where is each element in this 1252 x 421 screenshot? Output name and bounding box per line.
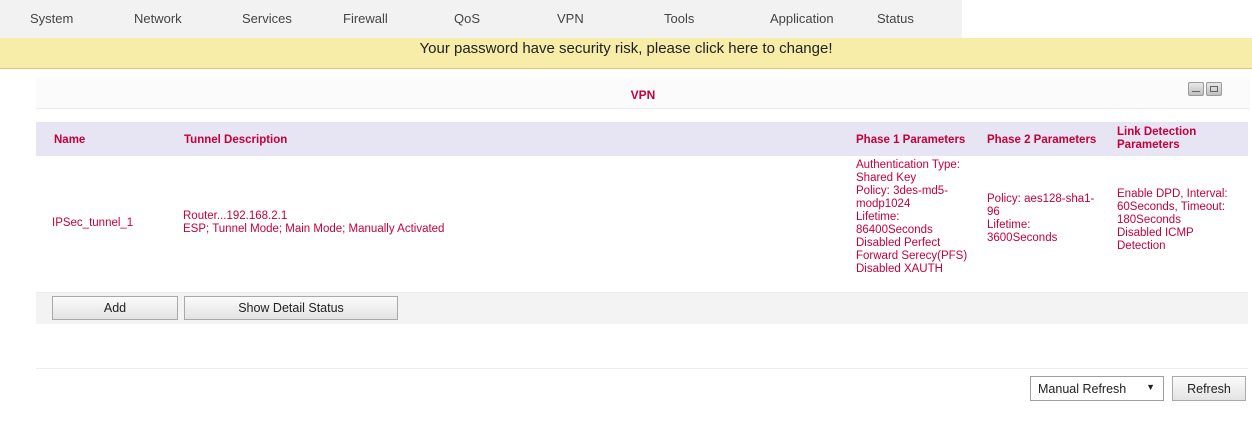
col-tunnel-description: Tunnel Description (184, 134, 288, 146)
refresh-mode-select[interactable]: Manual Refresh ▼ (1030, 376, 1164, 401)
panel-title: VPN (630, 88, 656, 102)
panel-title-bar: VPN (36, 78, 1250, 109)
phase2-line: 3600Seconds (987, 232, 1058, 244)
top-nav: System Network Services Firewall QoS VPN… (0, 0, 962, 39)
nav-services[interactable]: Services (242, 11, 292, 26)
nav-vpn[interactable]: VPN (557, 11, 584, 26)
link-line: Enable DPD, Interval: (1117, 188, 1228, 200)
phase1-line: Disabled XAUTH (856, 263, 943, 275)
phase1-line: Disabled Perfect (856, 237, 941, 249)
refresh-mode-value: Manual Refresh (1038, 382, 1127, 396)
phase2-line: Lifetime: (987, 219, 1031, 231)
phase2-line: 96 (987, 206, 1000, 218)
phase1-line: 86400Seconds (856, 224, 933, 236)
minimize-icon[interactable] (1188, 82, 1204, 96)
show-detail-status-button[interactable]: Show Detail Status (184, 296, 398, 320)
col-phase2: Phase 2 Parameters (987, 134, 1097, 146)
phase1-line: Authentication Type: (856, 159, 960, 171)
nav-application[interactable]: Application (770, 11, 834, 26)
tunnel-description-line1: Router...192.168.2.1 (183, 210, 288, 222)
phase1-parameters: Authentication Type: Shared Key Policy: … (856, 159, 967, 276)
link-line: Detection (1117, 240, 1166, 252)
phase1-line: Lifetime: (856, 211, 900, 223)
link-detection-parameters: Enable DPD, Interval: 60Seconds, Timeout… (1117, 188, 1228, 253)
nav-status[interactable]: Status (877, 11, 914, 26)
link-line: 60Seconds, Timeout: (1117, 201, 1226, 213)
add-button[interactable]: Add (52, 296, 178, 320)
phase2-parameters: Policy: aes128-sha1- 96 Lifetime: 3600Se… (987, 193, 1094, 245)
divider (36, 368, 1248, 369)
col-link-detection-line2: Parameters (1117, 139, 1180, 151)
window-controls (1188, 82, 1222, 96)
phase1-line: Policy: 3des-md5- (856, 185, 949, 197)
dropdown-arrow-icon: ▼ (1146, 382, 1155, 392)
col-phase1: Phase 1 Parameters (856, 134, 966, 146)
password-warning-banner[interactable]: Your password have security risk, please… (0, 38, 1252, 69)
nav-firewall[interactable]: Firewall (343, 11, 388, 26)
phase2-line: Policy: aes128-sha1- (987, 193, 1095, 205)
nav-system[interactable]: System (30, 11, 73, 26)
table-header: Name Tunnel Description Phase 1 Paramete… (36, 122, 1248, 157)
tunnel-name[interactable]: IPSec_tunnel_1 (52, 217, 133, 230)
refresh-button[interactable]: Refresh (1172, 376, 1246, 401)
tunnel-description-line2: ESP; Tunnel Mode; Main Mode; Manually Ac… (183, 223, 445, 235)
nav-network[interactable]: Network (134, 11, 182, 26)
link-line: 180Seconds (1117, 214, 1181, 226)
nav-qos[interactable]: QoS (454, 11, 480, 26)
link-line: Disabled ICMP (1117, 227, 1194, 239)
maximize-icon[interactable] (1206, 82, 1222, 96)
col-name: Name (54, 134, 86, 146)
action-button-row: Add Show Detail Status (36, 292, 1248, 324)
col-link-detection: Link Detection Parameters (1117, 126, 1196, 152)
tunnel-description: Router...192.168.2.1 ESP; Tunnel Mode; M… (183, 210, 444, 236)
col-link-detection-line1: Link Detection (1117, 126, 1197, 138)
phase1-line: Shared Key (856, 172, 917, 184)
phase1-line: Forward Serecy(PFS) (856, 250, 968, 262)
nav-tools[interactable]: Tools (664, 11, 694, 26)
phase1-line: modp1024 (856, 198, 911, 210)
table-row[interactable]: IPSec_tunnel_1 Router...192.168.2.1 ESP;… (36, 156, 1248, 292)
